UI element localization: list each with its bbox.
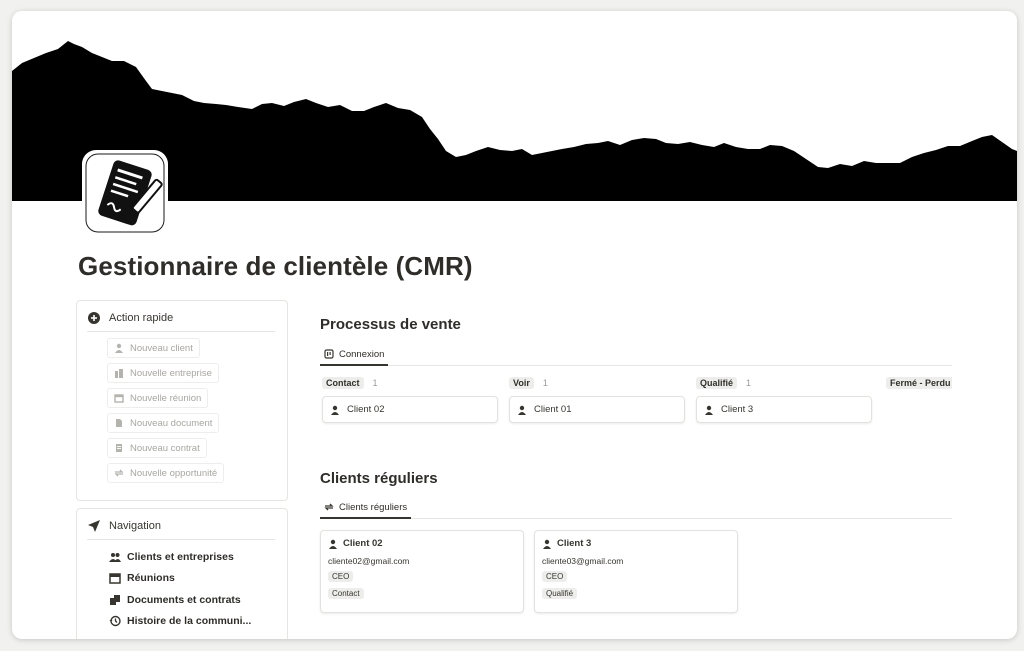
card-email: cliente03@gmail.com [542, 556, 624, 566]
board-column-voir: Voir 1 Client 01 [509, 376, 685, 423]
calendar-icon [114, 393, 124, 403]
nav-documents-label: Documents et contrats [127, 593, 241, 606]
plus-circle-icon [87, 311, 101, 325]
column-count: 1 [372, 378, 378, 388]
role-badge: CEO [542, 571, 568, 582]
building-icon [114, 368, 124, 378]
gallery-card[interactable]: Client 3 cliente03@gmail.com CEO Qualifi… [534, 530, 738, 613]
person-icon [704, 405, 714, 415]
navigation-title: Navigation [109, 519, 161, 532]
status-badge: Qualifié [542, 588, 578, 599]
quick-actions-header: Action rapide [87, 310, 275, 332]
new-meeting-label: Nouvelle réunion [130, 392, 202, 404]
page-title: Gestionnaire de clientèle (CMR) [78, 251, 473, 281]
person-icon [517, 405, 527, 415]
nav-history-label: Histoire de la communi... [127, 615, 252, 628]
regulars-view-tabs: Clients réguliers [320, 497, 952, 519]
column-count: 1 [542, 378, 548, 388]
card-title: Client 02 [347, 404, 385, 415]
tab-clients-reguliers-label: Clients réguliers [339, 501, 408, 513]
status-badge: Voir [509, 377, 534, 389]
nav-meetings-label: Réunions [127, 572, 175, 585]
gallery-card[interactable]: Client 02 cliente02@gmail.com CEO Contac… [320, 530, 524, 613]
calendar-icon [109, 572, 121, 584]
nav-clients-label: Clients et entreprises [127, 550, 234, 563]
new-meeting-button[interactable]: Nouvelle réunion [107, 388, 209, 408]
navigation-panel: Navigation Clients et entreprises Réunio… [76, 508, 288, 639]
new-company-button[interactable]: Nouvelle entreprise [107, 363, 219, 383]
status-badge: Qualifié [696, 377, 738, 389]
tab-connexion[interactable]: Connexion [320, 344, 389, 366]
status-badge: Fermé - Perdu [886, 377, 952, 389]
new-opportunity-button[interactable]: Nouvelle opportunité [107, 463, 225, 483]
tab-connexion-label: Connexion [339, 348, 385, 360]
person-icon [542, 539, 552, 549]
notion-page-window: Gestionnaire de clientèle (CMR) Action r… [12, 11, 1017, 639]
contract-icon [114, 443, 124, 453]
status-badge: Contact [328, 588, 364, 599]
status-badge: Contact [322, 377, 364, 389]
new-document-label: Nouveau document [130, 417, 213, 429]
repeat-icon [324, 502, 334, 512]
tab-clients-reguliers[interactable]: Clients réguliers [320, 497, 412, 519]
documents-icon [109, 594, 121, 606]
card-title: Client 3 [721, 404, 754, 415]
nav-clients-companies[interactable]: Clients et entreprises [109, 546, 287, 568]
person-icon [328, 539, 338, 549]
contract-signing-icon [85, 153, 165, 233]
role-badge: CEO [328, 571, 354, 582]
regulars-section-title: Clients réguliers [320, 470, 438, 487]
nav-meetings[interactable]: Réunions [109, 568, 287, 590]
quick-actions-panel: Action rapide Nouveau client Nouvelle en… [76, 300, 288, 501]
new-company-label: Nouvelle entreprise [130, 367, 212, 379]
person-icon [330, 405, 340, 415]
person-icon [114, 343, 124, 353]
sales-view-tabs: Connexion [320, 344, 952, 366]
quick-actions-title: Action rapide [109, 311, 174, 324]
card-title: Client 01 [534, 404, 572, 415]
board-column-contact: Contact 1 Client 02 [322, 376, 498, 423]
new-opportunity-label: Nouvelle opportunité [130, 467, 218, 479]
board-card[interactable]: Client 3 [696, 396, 872, 423]
column-count: 1 [746, 378, 752, 388]
board-card[interactable]: Client 01 [509, 396, 685, 423]
card-title: Client 02 [343, 538, 383, 549]
repeat-icon [114, 468, 124, 478]
nav-documents-contracts[interactable]: Documents et contrats [109, 589, 287, 611]
board-card[interactable]: Client 02 [322, 396, 498, 423]
people-icon [109, 551, 121, 563]
board-column-ferme-perdu: Fermé - Perdu [886, 376, 952, 390]
new-client-button[interactable]: Nouveau client [107, 338, 200, 358]
navigation-arrow-icon [87, 519, 101, 533]
card-title: Client 3 [557, 538, 592, 549]
nav-communication-history[interactable]: Histoire de la communi... [109, 611, 287, 633]
navigation-header: Navigation [87, 518, 275, 540]
history-icon [109, 615, 121, 627]
sales-section-title: Processus de vente [320, 316, 461, 333]
new-contract-label: Nouveau contrat [130, 442, 200, 454]
page-icon[interactable] [82, 150, 168, 236]
board-icon [324, 349, 334, 359]
card-email: cliente02@gmail.com [328, 556, 410, 566]
new-contract-button[interactable]: Nouveau contrat [107, 438, 207, 458]
new-client-label: Nouveau client [130, 342, 193, 354]
board-column-qualifie: Qualifié 1 Client 3 [696, 376, 872, 423]
new-document-button[interactable]: Nouveau document [107, 413, 220, 433]
document-icon [114, 418, 124, 428]
